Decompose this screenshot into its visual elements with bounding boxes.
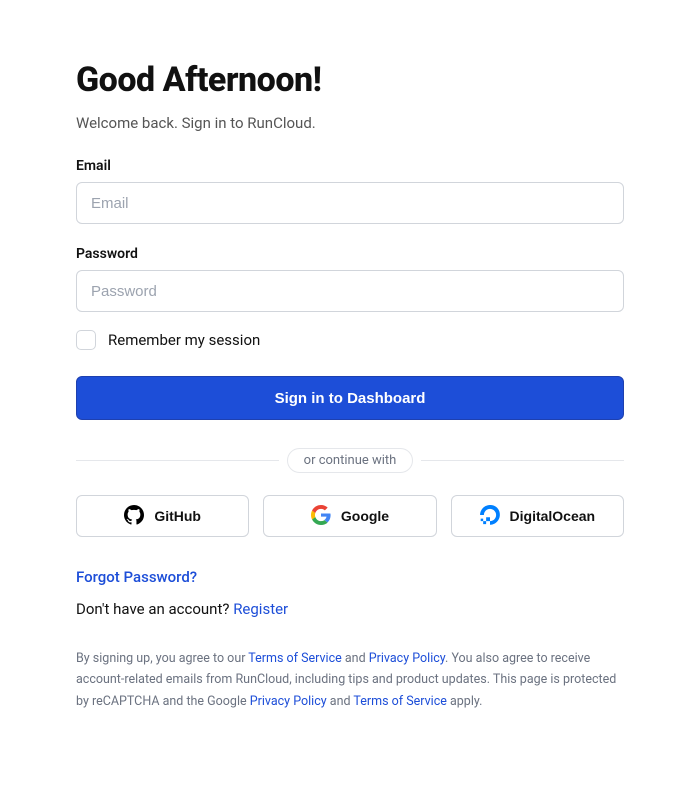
divider-line-left [76,460,279,461]
divider: or continue with [76,448,624,473]
remember-checkbox[interactable] [76,330,96,350]
tos-link[interactable]: Terms of Service [248,651,341,666]
remember-label: Remember my session [108,331,260,349]
register-link[interactable]: Register [233,600,288,618]
legal-part1: By signing up, you agree to our [76,651,248,666]
github-button[interactable]: GitHub [76,495,249,537]
digitalocean-label: DigitalOcean [510,508,596,524]
forgot-password-link[interactable]: Forgot Password? [76,568,197,586]
legal-part4: and [327,694,354,709]
password-label: Password [76,246,624,262]
password-field[interactable] [76,270,624,312]
digitalocean-button[interactable]: DigitalOcean [451,495,624,537]
google-tos-link[interactable]: Terms of Service [353,694,446,709]
digitalocean-icon [480,505,500,528]
privacy-link[interactable]: Privacy Policy [369,651,445,666]
email-field[interactable] [76,182,624,224]
page-subtitle: Welcome back. Sign in to RunCloud. [76,114,624,132]
google-icon [311,505,331,528]
github-label: GitHub [154,508,201,524]
google-privacy-link[interactable]: Privacy Policy [250,694,327,709]
divider-line-right [421,460,624,461]
legal-part5: apply. [447,694,483,709]
signin-button[interactable]: Sign in to Dashboard [76,376,624,420]
register-prompt: Don't have an account? [76,600,233,618]
github-icon [124,505,144,528]
legal-part2: and [342,651,369,666]
divider-text: or continue with [287,448,414,473]
google-button[interactable]: Google [263,495,436,537]
page-title: Good Afternoon! [76,60,624,100]
google-label: Google [341,508,389,524]
email-label: Email [76,158,624,174]
register-row: Don't have an account? Register [76,600,624,618]
legal-text: By signing up, you agree to our Terms of… [76,648,624,712]
